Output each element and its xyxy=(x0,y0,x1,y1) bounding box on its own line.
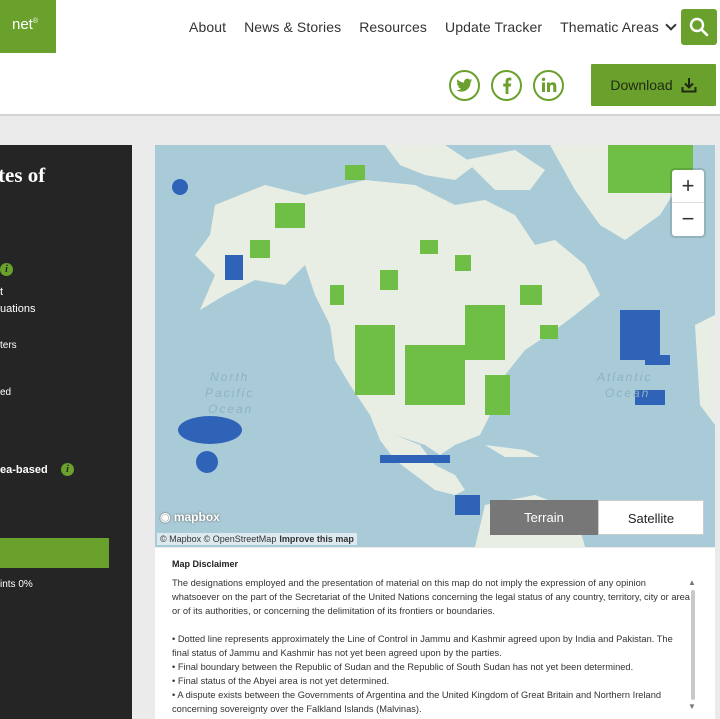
logo-registered-mark: ® xyxy=(32,18,39,25)
protected-area xyxy=(405,345,465,405)
ocean-label: North xyxy=(210,370,249,384)
protected-area xyxy=(250,240,270,258)
protected-area xyxy=(540,325,558,339)
mapbox-logo[interactable]: ◉ mapbox xyxy=(160,510,220,524)
nav-update-tracker[interactable]: Update Tracker xyxy=(445,19,542,35)
improve-map-link[interactable]: Improve this map xyxy=(279,534,354,544)
ocean-label: Pacific xyxy=(205,386,254,400)
mapbox-logo-text: mapbox xyxy=(173,510,220,524)
twitter-button[interactable] xyxy=(449,70,480,101)
panel-text-2: uations xyxy=(0,303,36,315)
ocean-label: Ocean xyxy=(605,386,650,400)
mapbox-icon: ◉ xyxy=(160,510,171,524)
nav-thematic-areas-label: Thematic Areas xyxy=(560,18,659,35)
twitter-icon xyxy=(456,78,473,92)
nav-thematic-areas[interactable]: Thematic Areas xyxy=(560,18,677,35)
left-panel: tes of i t uations ters ed ea-based i in… xyxy=(0,145,132,719)
marine-area xyxy=(380,455,450,463)
panel-text-1: t xyxy=(0,286,4,298)
marine-area xyxy=(620,310,660,360)
disclaimer-bullet: • Final status of the Abyei area is not … xyxy=(172,676,390,686)
protected-area xyxy=(420,240,438,254)
protected-area xyxy=(455,255,471,271)
download-button[interactable]: Download xyxy=(591,64,716,106)
search-icon xyxy=(689,17,709,37)
scroll-up-arrow-icon[interactable]: ▲ xyxy=(688,578,696,587)
disclaimer-paragraph: The designations employed and the presen… xyxy=(172,578,690,616)
info-icon[interactable]: i xyxy=(0,263,13,276)
attribution-text[interactable]: © Mapbox © OpenStreetMap xyxy=(160,534,276,544)
disclaimer-bullet: • Dotted line represents approximately t… xyxy=(172,634,673,658)
marine-area xyxy=(172,179,188,195)
facebook-button[interactable] xyxy=(491,70,522,101)
marine-area xyxy=(178,416,242,444)
logo-text: net xyxy=(12,16,33,33)
site-logo[interactable]: net® xyxy=(0,0,56,53)
panel-text-5: ea-based xyxy=(0,464,48,476)
terrain-mode-button[interactable]: Terrain xyxy=(490,500,598,535)
zoom-out-button[interactable]: − xyxy=(672,203,704,236)
protected-area xyxy=(275,203,305,228)
map-attribution: © Mapbox © OpenStreetMap Improve this map xyxy=(157,533,357,545)
land-arctic-islands xyxy=(385,145,475,180)
map-canvas[interactable]: North Pacific Ocean Atlantic Ocean xyxy=(155,145,715,547)
protected-area xyxy=(330,285,344,305)
progress-bar xyxy=(0,538,109,568)
scroll-down-arrow-icon[interactable]: ▼ xyxy=(688,702,696,711)
download-icon xyxy=(681,78,697,93)
protected-area xyxy=(355,325,395,395)
panel-title: tes of xyxy=(0,163,46,187)
linkedin-button[interactable] xyxy=(533,70,564,101)
chevron-down-icon xyxy=(665,18,677,31)
main-nav: About News & Stories Resources Update Tr… xyxy=(180,0,684,53)
ocean-label: Atlantic xyxy=(596,370,652,384)
download-label: Download xyxy=(610,77,673,93)
disclaimer-body: The designations employed and the presen… xyxy=(172,576,692,716)
map-graphic: North Pacific Ocean Atlantic Ocean xyxy=(172,145,715,547)
protected-area xyxy=(345,165,365,180)
nav-news-stories[interactable]: News & Stories xyxy=(244,19,341,35)
site-header: net® About News & Stories Resources Upda… xyxy=(0,0,720,116)
marine-area xyxy=(455,495,480,515)
map-disclaimer-panel: Map Disclaimer The designations employed… xyxy=(155,548,715,719)
panel-text-3: ters xyxy=(0,340,17,351)
disclaimer-bullet: • Final boundary between the Republic of… xyxy=(172,662,634,672)
info-icon[interactable]: i xyxy=(61,463,74,476)
land-europe-edge xyxy=(695,315,715,425)
nav-resources[interactable]: Resources xyxy=(359,19,427,35)
disclaimer-title: Map Disclaimer xyxy=(172,559,239,569)
nav-about[interactable]: About xyxy=(189,19,226,35)
search-button[interactable] xyxy=(681,9,717,45)
protected-area xyxy=(465,305,505,360)
disclaimer-scrollbar[interactable] xyxy=(691,590,695,700)
panel-text-4: ed xyxy=(0,387,12,398)
marine-area xyxy=(225,255,243,280)
land-canada-us xyxy=(305,180,600,455)
disclaimer-bullet: • A dispute exists between the Governmen… xyxy=(172,690,662,714)
facebook-icon xyxy=(502,77,511,94)
protected-area xyxy=(485,375,510,415)
zoom-in-button[interactable]: + xyxy=(672,170,704,203)
protected-area xyxy=(380,270,398,290)
ocean-label: Ocean xyxy=(208,402,253,416)
panel-text-6: ints 0% xyxy=(0,579,33,590)
land-cuba xyxy=(485,445,540,457)
satellite-mode-button[interactable]: Satellite xyxy=(598,500,704,535)
marine-area xyxy=(196,451,218,473)
marine-area xyxy=(645,355,670,365)
land-arctic-islands-2 xyxy=(465,150,545,190)
linkedin-icon xyxy=(541,77,556,92)
zoom-controls: + − xyxy=(672,170,704,236)
protected-area xyxy=(520,285,542,305)
